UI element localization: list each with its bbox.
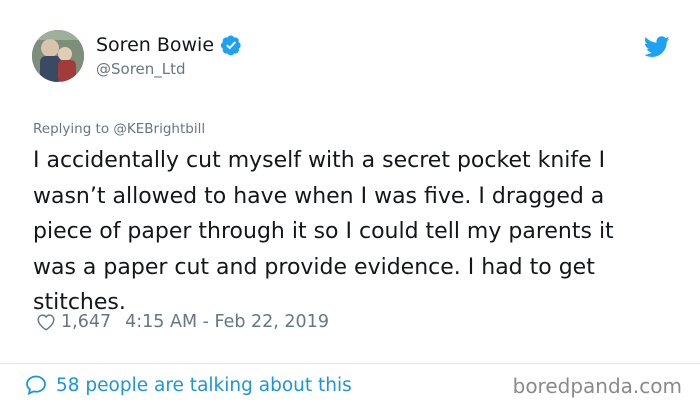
conversation-link[interactable]: 58 people are talking about this (24, 373, 352, 397)
author-name[interactable]: Soren Bowie (96, 34, 214, 56)
conversation-label[interactable]: 58 people are talking about this (56, 375, 352, 396)
timestamp[interactable]: 4:15 AM - Feb 22, 2019 (125, 312, 329, 332)
tweet-card: Soren Bowie @Soren_Ltd Replying to @KEBr… (0, 0, 700, 412)
avatar[interactable] (32, 30, 84, 82)
watermark: boredpanda.com (512, 374, 682, 398)
author-handle[interactable]: @Soren_Ltd (96, 60, 186, 78)
like-count[interactable]: 1,647 (61, 312, 111, 332)
speech-bubble-icon (26, 375, 46, 396)
twitter-bird-icon[interactable] (644, 36, 670, 58)
verified-badge-icon (220, 35, 241, 56)
author-row: Soren Bowie (96, 34, 242, 56)
tweet-meta: 1,647 4:15 AM - Feb 22, 2019 (35, 311, 329, 333)
tweet-text: I accidentally cut myself with a secret … (33, 148, 614, 315)
replying-to[interactable]: Replying to @KEBrightbill (33, 121, 205, 137)
heart-icon[interactable] (35, 311, 57, 333)
divider (0, 363, 700, 364)
